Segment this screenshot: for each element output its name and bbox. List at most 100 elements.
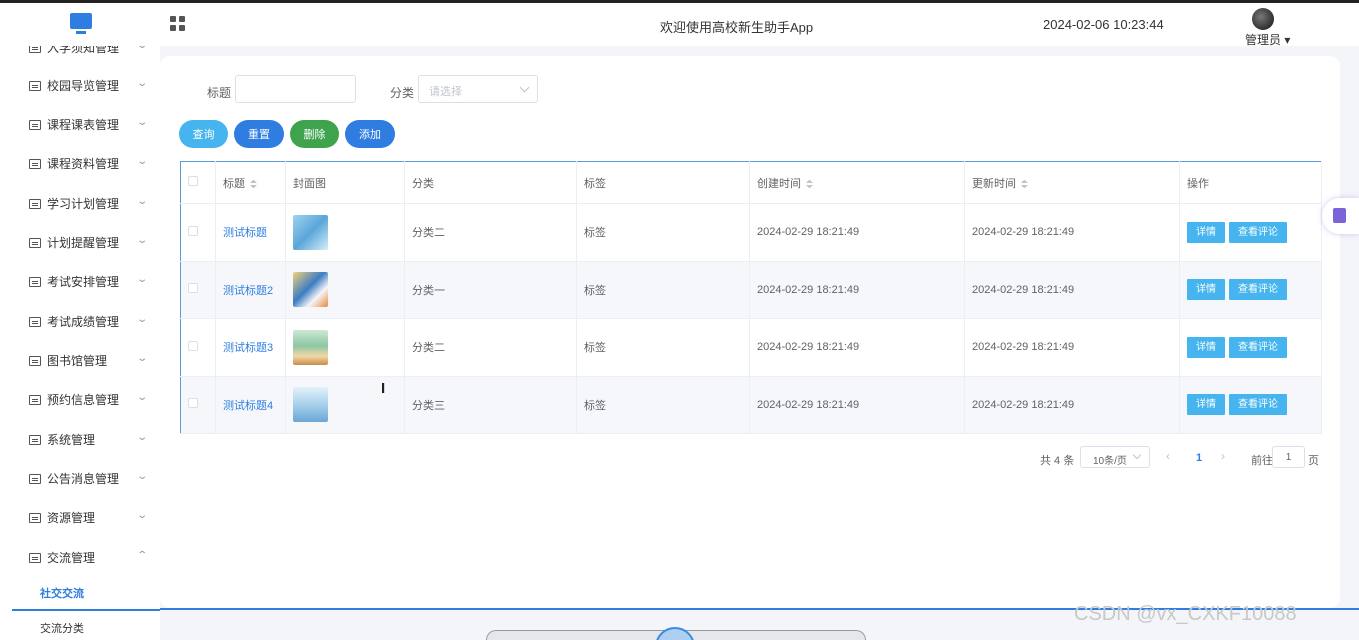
sidebar-item-announcements[interactable]: 公告消息管理 ⌄ bbox=[0, 459, 160, 498]
sidebar-item-label: 系统管理 bbox=[47, 433, 96, 447]
avatar[interactable] bbox=[1252, 8, 1274, 30]
chevron-down-icon: ⌄ bbox=[135, 274, 148, 285]
category-filter-label: 分类 bbox=[390, 86, 415, 100]
row-title-link[interactable]: 测试标题4 bbox=[223, 400, 273, 412]
sidebar-item-course-materials[interactable]: 课程资料管理 ⌄ bbox=[0, 144, 160, 183]
grid-menu-icon[interactable] bbox=[170, 16, 185, 31]
detail-button[interactable]: 详情 bbox=[1187, 394, 1225, 416]
row-tag: 标签 bbox=[576, 376, 750, 434]
app-title: 欢迎使用高校新生助手App bbox=[660, 20, 814, 35]
sidebar-item-label: 考试安排管理 bbox=[47, 275, 120, 289]
chevron-down-icon: ⌄ bbox=[135, 471, 148, 482]
sidebar-item-label: 预约信息管理 bbox=[47, 393, 120, 407]
sidebar-item-communication[interactable]: 交流管理 ⌃ bbox=[0, 538, 160, 577]
chevron-down-icon: ⌄ bbox=[135, 117, 148, 128]
cover-thumbnail bbox=[293, 387, 328, 423]
user-menu[interactable]: 管理员 ▾ bbox=[1245, 31, 1290, 48]
select-all-checkbox[interactable] bbox=[188, 176, 198, 186]
row-checkbox[interactable] bbox=[188, 283, 198, 294]
sidebar-item-library[interactable]: 图书馆管理 ⌄ bbox=[0, 341, 160, 380]
table-row: 测试标题2 分类一 标签 2024-02-29 18:21:49 2024-02… bbox=[180, 261, 1322, 319]
floating-assistant-icon[interactable] bbox=[1322, 198, 1359, 234]
chevron-down-icon bbox=[1132, 450, 1142, 460]
col-actions: 操作 bbox=[1179, 161, 1322, 204]
page-suffix-label: 页 bbox=[1308, 455, 1319, 467]
row-checkbox[interactable] bbox=[188, 225, 198, 236]
sidebar-item-timetable[interactable]: 课程课表管理 ⌄ bbox=[0, 105, 160, 144]
sidebar-item-study-plan[interactable]: 学习计划管理 ⌄ bbox=[0, 184, 160, 223]
chevron-down-icon: ⌄ bbox=[135, 314, 148, 325]
sidebar-item-label: 校园导览管理 bbox=[47, 79, 120, 93]
taskbar-button[interactable] bbox=[655, 627, 695, 640]
view-comments-button[interactable]: 查看评论 bbox=[1229, 336, 1287, 358]
row-title-link[interactable]: 测试标题3 bbox=[223, 342, 273, 354]
table-header-row: 标题 封面图 分类 标签 创建时间 更新时间 操作 bbox=[180, 161, 1322, 204]
row-updated: 2024-02-29 18:21:49 bbox=[964, 318, 1180, 377]
delete-button[interactable]: 删除 bbox=[290, 120, 339, 148]
top-bar: 欢迎使用高校新生助手App 2024-02-06 10:23:44 管理员 ▾ bbox=[0, 0, 1359, 48]
view-comments-button[interactable]: 查看评论 bbox=[1229, 279, 1287, 301]
sort-icon[interactable] bbox=[1021, 180, 1028, 188]
chevron-down-icon: ⌄ bbox=[135, 392, 148, 403]
view-comments-button[interactable]: 查看评论 bbox=[1229, 394, 1287, 416]
detail-button[interactable]: 详情 bbox=[1187, 336, 1225, 358]
row-updated: 2024-02-29 18:21:49 bbox=[964, 261, 1180, 319]
goto-label: 前往 bbox=[1251, 455, 1273, 467]
sidebar-item-label: 入学须知管理 bbox=[47, 46, 120, 55]
sidebar-item-reservations[interactable]: 预约信息管理 ⌄ bbox=[0, 380, 160, 419]
sidebar-item-exam-scores[interactable]: 考试成绩管理 ⌄ bbox=[0, 302, 160, 341]
prev-page-icon[interactable]: ‹ bbox=[1166, 449, 1170, 463]
datetime-display: 2024-02-06 10:23:44 bbox=[1043, 17, 1164, 32]
page-number-current[interactable]: 1 bbox=[1196, 452, 1202, 464]
sidebar-item-system[interactable]: 系统管理 ⌄ bbox=[0, 420, 160, 459]
sidebar-item-exam-schedule[interactable]: 考试安排管理 ⌄ bbox=[0, 262, 160, 301]
detail-button[interactable]: 详情 bbox=[1187, 279, 1225, 301]
col-updated[interactable]: 更新时间 bbox=[964, 161, 1180, 204]
chevron-down-icon: ⌄ bbox=[135, 432, 148, 443]
chevron-down-icon: ⌄ bbox=[135, 235, 148, 246]
headset-icon bbox=[29, 552, 41, 563]
table-row: 测试标题3 分类二 标签 2024-02-29 18:21:49 2024-02… bbox=[180, 318, 1322, 377]
add-button[interactable]: 添加 bbox=[345, 120, 395, 148]
sidebar-item-resources[interactable]: 资源管理 ⌄ bbox=[0, 498, 160, 537]
row-checkbox[interactable] bbox=[188, 398, 198, 409]
sort-icon[interactable] bbox=[250, 180, 257, 188]
view-comments-button[interactable]: 查看评论 bbox=[1229, 221, 1287, 243]
sidebar-item-label: 课程资料管理 bbox=[47, 157, 120, 171]
reset-button[interactable]: 重置 bbox=[234, 120, 284, 148]
submenu-item-social[interactable]: 社交交流 bbox=[12, 577, 160, 611]
goto-page-input[interactable]: 1 bbox=[1272, 446, 1305, 468]
col-created[interactable]: 创建时间 bbox=[749, 161, 965, 204]
detail-button[interactable]: 详情 bbox=[1187, 221, 1225, 243]
row-checkbox[interactable] bbox=[188, 340, 198, 351]
submenu-item-categories[interactable]: 交流分类 bbox=[12, 620, 160, 640]
sidebar-item-plan-reminder[interactable]: 计划提醒管理 ⌄ bbox=[0, 223, 160, 262]
sidebar-item-campus-guide[interactable]: 校园导览管理 ⌄ bbox=[0, 66, 160, 105]
col-category: 分类 bbox=[404, 161, 577, 204]
sidebar-item-label: 公告消息管理 bbox=[47, 472, 120, 486]
row-created: 2024-02-29 18:21:49 bbox=[749, 203, 965, 262]
page-size-select[interactable]: 10条/页 bbox=[1080, 446, 1150, 468]
sort-icon[interactable] bbox=[806, 180, 813, 188]
sidebar-item-admission[interactable]: 入学须知管理 ⌄ bbox=[0, 46, 160, 67]
row-tag: 标签 bbox=[576, 318, 750, 377]
next-page-icon[interactable]: › bbox=[1221, 449, 1225, 463]
title-input[interactable] bbox=[235, 75, 356, 103]
chevron-down-icon: ⌄ bbox=[136, 46, 148, 51]
row-title-link[interactable]: 测试标题 bbox=[223, 227, 267, 239]
sidebar: 入学须知管理⌄ 校园导览管理⌄ 课程课表管理⌄ 课程资料管理⌄ 学习计划管理⌄ … bbox=[0, 46, 160, 640]
row-created: 2024-02-29 18:21:49 bbox=[749, 318, 965, 377]
category-select[interactable]: 请选择 bbox=[418, 75, 538, 103]
cover-thumbnail bbox=[293, 329, 328, 365]
row-title-link[interactable]: 测试标题2 bbox=[223, 285, 273, 297]
row-category: 分类二 bbox=[404, 318, 577, 377]
sidebar-item-label: 考试成绩管理 bbox=[47, 315, 120, 329]
query-button[interactable]: 查询 bbox=[179, 120, 228, 148]
col-title[interactable]: 标题 bbox=[215, 161, 286, 204]
chevron-down-icon: ⌄ bbox=[135, 156, 148, 167]
document-icon bbox=[29, 276, 41, 287]
document-icon bbox=[29, 316, 41, 327]
col-cover: 封面图 bbox=[285, 161, 405, 204]
document-icon bbox=[29, 46, 41, 53]
text-cursor-icon: I bbox=[381, 380, 386, 397]
